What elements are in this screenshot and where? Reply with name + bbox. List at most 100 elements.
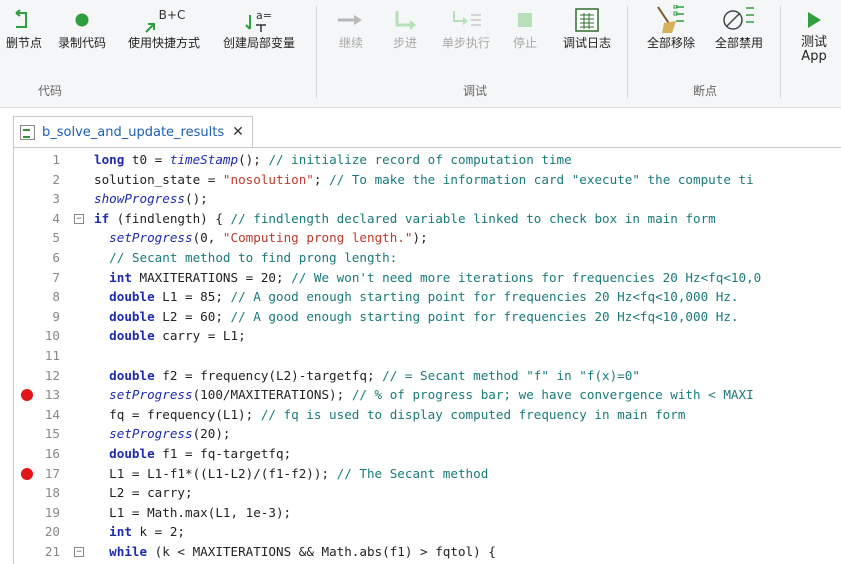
record-icon [50,4,114,36]
line-number: 8 [52,289,60,305]
line-number: 20 [44,524,60,540]
run-app-icon [790,4,838,36]
separator [316,6,317,98]
breakpoint-icon[interactable] [21,389,33,402]
code-line[interactable]: 19 L1 = Math.max(L1, 1e-3); [14,503,841,523]
line-number: 5 [52,230,60,246]
code-line[interactable]: 20 int k = 2; [14,522,841,542]
separator [627,6,628,98]
code-line[interactable]: 7 int MAXITERATIONS = 20; // We won't ne… [14,268,841,288]
code-line[interactable]: 6 // Secant method to find prong length: [14,248,841,268]
close-icon[interactable]: ✕ [232,124,244,140]
code-text: setProgress(20); [109,426,231,442]
code-line[interactable]: 18 L2 = carry; [14,483,841,503]
continue-button[interactable]: 继续 [332,4,370,51]
line-number: 18 [44,485,60,501]
code-text: // Secant method to find prong length: [109,250,398,265]
code-text: solution_state = "nosolution"; // To mak… [94,171,754,187]
code-text: L1 = L1-f1*((L1-L2)/(f1-f2)); // The Sec… [94,465,489,481]
line-number: 17 [44,465,60,481]
method-file-icon [20,124,35,140]
code-text: double carry = L1; [109,328,246,344]
code-text: setProgress(100/MAXITERATIONS); // % of … [109,387,754,403]
line-number: 3 [52,191,60,207]
line-number: 12 [44,367,60,383]
code-line[interactable]: 13 setProgress(100/MAXITERATIONS); // % … [14,385,841,405]
code-text: int k = 2; [109,524,185,540]
line-number: 21 [44,544,60,559]
step-over-button[interactable]: 单步执行 [434,4,498,51]
code-line[interactable]: 2 solution_state = "nosolution"; // To ma… [14,170,841,190]
continue-icon [332,4,370,36]
disable-all-icon [707,4,771,36]
code-text: L2 = carry; [94,485,193,501]
code-editor[interactable]: 1 long t0 = timeStamp(); // initialize re… [13,147,841,564]
code-text: if (findlength) { // findlength declared… [94,210,716,226]
line-number: 10 [44,328,60,344]
group-label-debug: 调试 [462,84,487,98]
code-line[interactable]: 10 double carry = L1; [14,326,841,346]
test-app-button[interactable]: 测试 App [790,4,838,64]
code-line[interactable]: 11 [14,346,841,366]
separator [780,6,781,98]
line-number: 9 [52,308,60,324]
code-line[interactable]: 5 setProgress(0, "Computing prong length… [14,228,841,248]
code-line[interactable]: 21 − while (k < MAXITERATIONS && Math.abs… [14,542,841,562]
record-code-button[interactable]: 录制代码 [50,4,114,51]
line-number: 14 [44,406,60,422]
tab-title: b_solve_and_update_results [42,124,225,140]
code-text: while (k < MAXITERATIONS && Math.abs(f1)… [109,544,496,559]
code-text: double L1 = 85; // A good enough startin… [109,289,739,305]
remove-all-button[interactable]: 全部移除 [639,4,703,51]
use-shortcut-button[interactable]: B+C 使用快捷方式 [118,4,210,51]
disable-all-button[interactable]: 全部禁用 [707,4,771,51]
code-line[interactable]: 12 double f2 = frequency(L2)-targetfq; /… [14,366,841,386]
code-line[interactable]: 16 double f1 = fq-targetfq; [14,444,841,464]
code-text: L1 = Math.max(L1, 1e-3); [94,504,292,520]
code-line[interactable]: 1 long t0 = timeStamp(); // initialize re… [14,150,841,170]
code-line[interactable]: 14 fq = frequency(L1); // fq is used to … [14,405,841,425]
group-label-code: 代码 [37,84,62,98]
code-text: setProgress(0, "Computing prong length."… [109,230,428,246]
step-into-icon [386,4,424,36]
line-number: 19 [44,504,60,520]
stop-button[interactable]: 停止 [506,4,544,51]
ribbon-toolbar: 删节点 录制代码 B+C 使用快捷方式 a= 创建局部变量 继续 步进 单步执行… [0,0,841,108]
line-number: 15 [44,426,60,442]
fold-toggle-icon[interactable]: − [74,547,84,557]
svg-text:a=: a= [256,9,272,22]
code-line[interactable]: 15 setProgress(20); [14,424,841,444]
code-line[interactable]: 4 − if (findlength) { // findlength declar… [14,209,841,229]
debug-log-icon [555,4,619,36]
code-text: showProgress(); [94,191,208,207]
line-number: 2 [52,171,60,187]
line-number: 4 [52,210,60,226]
code-text: double f1 = fq-targetfq; [109,446,292,461]
code-text: int MAXITERATIONS = 20; // We won't need… [109,269,762,285]
tab-b-solve-and-update-results[interactable]: b_solve_and_update_results ✕ [13,116,253,147]
shortcut-icon: B+C [118,4,210,36]
code-line[interactable]: 9 double L2 = 60; // A good enough start… [14,307,841,327]
line-number: 13 [44,387,60,403]
stop-icon [506,4,544,36]
delete-node-button[interactable]: 删节点 [0,4,48,51]
group-label-breakpoints: 断点 [692,84,717,98]
step-into-button[interactable]: 步进 [386,4,424,51]
code-line[interactable]: 17 L1 = L1-f1*((L1-L2)/(f1-f2)); // The … [14,464,841,484]
breakpoint-icon[interactable] [21,467,33,480]
step-over-icon [434,4,498,36]
create-local-variable-button[interactable]: a= 创建局部变量 [213,4,305,51]
line-number: 7 [52,269,60,285]
code-line[interactable]: 8 double L1 = 85; // A good enough start… [14,287,841,307]
line-number: 11 [44,348,60,363]
code-text: double L2 = 60; // A good enough startin… [109,308,739,324]
code-text: fq = frequency(L1); // fq is used to dis… [94,406,686,422]
delete-node-icon [0,4,48,36]
code-line[interactable]: 3 showProgress(); [14,189,841,209]
line-number: 6 [52,250,60,265]
code-text: double f2 = frequency(L2)-targetfq; // =… [109,367,640,383]
fold-toggle-icon[interactable]: − [74,213,84,224]
line-number: 16 [44,446,60,461]
code-text: long t0 = timeStamp(); // initialize rec… [94,152,572,167]
debug-log-button[interactable]: 调试日志 [555,4,619,51]
